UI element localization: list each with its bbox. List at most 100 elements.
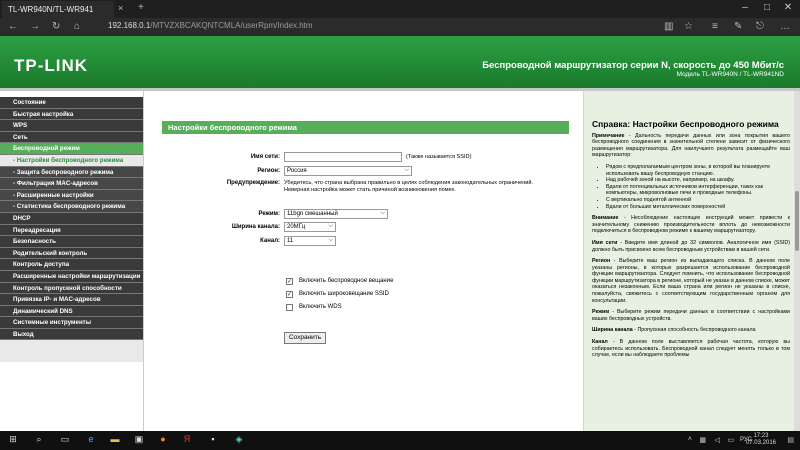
home-icon[interactable]: ⌂: [74, 21, 80, 32]
volume-icon[interactable]: ◁: [715, 436, 720, 444]
url-path: /MTVZXBCAKQNTCMLA/userRpm/Index.htm: [150, 21, 313, 30]
search-icon[interactable]: ⌕: [32, 434, 46, 447]
router-header: TP-LINK Беспроводной маршрутизатор серии…: [0, 36, 800, 88]
region-select[interactable]: Россия ⌵: [284, 166, 412, 176]
store-icon[interactable]: ▣: [132, 434, 146, 447]
help-panel: Справка: Настройки беспроводного режима …: [583, 91, 800, 431]
scrollbar-thumb[interactable]: [795, 191, 799, 251]
clock-time: 17:23: [753, 433, 769, 439]
app-icon[interactable]: ◈: [232, 434, 246, 447]
mode-select[interactable]: 11bgn смешанный ⌵: [284, 209, 388, 219]
more-icon[interactable]: …: [780, 21, 790, 32]
save-button[interactable]: Сохранить: [284, 332, 326, 344]
help-bullet: Вдали от больших металлических поверхнос…: [606, 204, 790, 211]
channel-value: 11: [287, 238, 294, 244]
help-bullet: Рядом с предполагаемым центром зоны, в к…: [606, 164, 790, 177]
share-icon[interactable]: ⎋: [756, 21, 764, 32]
sidebar-item[interactable]: Быстрая настройка: [0, 108, 143, 121]
chevron-down-icon: ⌵: [404, 167, 409, 173]
help-mode: Режим - Выберите режим передачи данных в…: [592, 309, 790, 322]
sidebar-item-wireless[interactable]: Беспроводной режим: [0, 143, 143, 155]
tplink-logo: TP-LINK: [14, 56, 89, 75]
help-note: Примечание - Дальность передачи данных и…: [592, 132, 790, 159]
clock[interactable]: 17:23 07.03.2016: [746, 433, 776, 447]
url-field[interactable]: 192.168.0.1/MTVZXBCAKQNTCMLA/userRpm/Ind…: [108, 21, 313, 30]
sidebar-item[interactable]: Системные инструменты: [0, 317, 143, 329]
sidebar-item[interactable]: Контроль пропускной способности: [0, 282, 143, 295]
back-icon[interactable]: ←: [8, 21, 18, 32]
sidebar-item[interactable]: Сеть: [0, 131, 143, 144]
help-channel: Канал - В данном поле выставляется рабоч…: [592, 339, 790, 359]
sidebar-item-wireless-settings[interactable]: - Настройки беспроводного режима: [0, 154, 143, 167]
edge-browser-icon[interactable]: e: [84, 434, 98, 447]
favorite-star-icon[interactable]: ☆: [684, 21, 693, 32]
ssid-input[interactable]: [284, 152, 402, 162]
windows-start-icon[interactable]: ⊞: [6, 434, 20, 447]
app-icon[interactable]: ▪: [206, 434, 220, 447]
sidebar-subitem[interactable]: - Статистика беспроводного режима: [0, 201, 143, 213]
minimize-icon[interactable]: –: [736, 2, 754, 13]
firefox-icon[interactable]: ●: [156, 434, 170, 447]
sidebar-item[interactable]: Расширенные настройки маршрутизации: [0, 270, 143, 283]
notifications-icon[interactable]: ▤: [787, 436, 794, 444]
help-bullets: Рядом с предполагаемым центром зоны, в к…: [592, 164, 790, 210]
note-icon[interactable]: ✎: [734, 21, 742, 32]
help-title: Справка: Настройки беспроводного режима: [592, 121, 779, 129]
yandex-icon[interactable]: Я: [180, 434, 194, 447]
ssid-note: (Также называется SSID): [406, 154, 472, 160]
sidebar-item[interactable]: Родительский контроль: [0, 247, 143, 260]
address-bar: ← → ↻ ⌂ 192.168.0.1/MTVZXBCAKQNTCMLA/use…: [0, 18, 800, 36]
sidebar-item[interactable]: WPS: [0, 120, 143, 132]
chevron-down-icon: ⌵: [328, 237, 333, 243]
help-ssid: Имя сети - Введите имя длиной до 32 симв…: [592, 239, 790, 253]
enable-wds-checkbox[interactable]: [286, 304, 293, 311]
sidebar-item[interactable]: DHCP: [0, 212, 143, 225]
channel-select[interactable]: 11 ⌵: [284, 236, 336, 246]
sidebar-subitem[interactable]: - Расширенные настройки: [0, 189, 143, 202]
help-bullet: Вдали от потенциальных источников интерф…: [606, 184, 790, 197]
chevron-down-icon: ⌵: [328, 223, 333, 229]
close-window-icon[interactable]: ✕: [779, 2, 797, 13]
sidebar-item[interactable]: Привязка IP- и MAC-адресов: [0, 294, 143, 306]
page-scrollbar[interactable]: [794, 91, 800, 431]
clock-date: 07.03.2016: [745, 440, 776, 446]
help-warning: Внимание - Несоблюдение настоящих инстру…: [592, 215, 790, 235]
enable-wds-label: Включить WDS: [299, 304, 342, 310]
channel-width-select[interactable]: 20МГц ⌵: [284, 222, 336, 232]
task-view-icon[interactable]: ▭: [58, 434, 72, 447]
maximize-icon[interactable]: □: [758, 2, 776, 13]
battery-icon[interactable]: ▭: [727, 436, 734, 444]
sidebar-subitem[interactable]: - Защита беспроводного режима: [0, 166, 143, 179]
sidebar-item-logout[interactable]: Выход: [0, 328, 143, 341]
help-bullet: Над рабочей зоной на высоте, например, н…: [606, 177, 790, 184]
help-width: Ширина канала - Пропускная способность б…: [592, 327, 756, 334]
sidebar-item[interactable]: Динамический DNS: [0, 305, 143, 318]
tray-chevron-icon[interactable]: ˄: [688, 436, 692, 443]
channel-width-label: Ширина канала:: [231, 224, 280, 230]
sidebar-item[interactable]: Состояние: [0, 97, 143, 109]
region-value: Россия: [287, 168, 307, 174]
enable-ssid-broadcast-label: Включить широковещание SSID: [299, 291, 389, 297]
tab-close-icon[interactable]: ×: [118, 3, 123, 13]
sidebar-subitem[interactable]: - Фильтрация MAC-адресов: [0, 178, 143, 190]
forward-icon[interactable]: →: [30, 21, 40, 32]
router-model: Модель TL-WR940N / TL-WR941ND: [676, 71, 784, 78]
file-explorer-icon[interactable]: ▬: [108, 434, 122, 447]
reading-view-icon[interactable]: ▥: [664, 21, 673, 32]
router-title: Беспроводной маршрутизатор серии N, скор…: [482, 60, 784, 71]
enable-radio-checkbox[interactable]: ✓: [286, 278, 293, 285]
sidebar-item[interactable]: Контроль доступа: [0, 259, 143, 271]
form-header-line: [162, 133, 569, 134]
sidebar-menu: Состояние Быстрая настройка WPS Сеть Бес…: [0, 97, 143, 362]
refresh-icon[interactable]: ↻: [52, 21, 60, 32]
browser-tab[interactable]: TL-WR940N/TL-WR941: [2, 1, 114, 18]
new-tab-icon[interactable]: +: [138, 2, 144, 13]
enable-ssid-broadcast-checkbox[interactable]: ✓: [286, 291, 293, 298]
hub-icon[interactable]: ≡: [712, 21, 718, 32]
chevron-down-icon: ⌵: [380, 210, 385, 216]
sidebar-item[interactable]: Безопасность: [0, 236, 143, 248]
channel-width-value: 20МГц: [287, 224, 306, 230]
warning-label: Предупреждение:: [226, 180, 280, 186]
sidebar-item[interactable]: Переадресация: [0, 224, 143, 237]
network-icon[interactable]: ▦: [699, 436, 706, 444]
